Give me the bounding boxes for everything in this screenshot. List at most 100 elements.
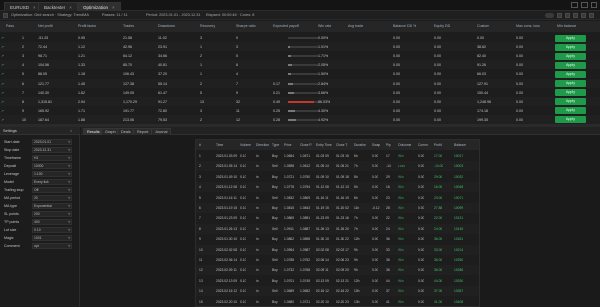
close-icon[interactable]: × (69, 5, 72, 10)
settings-field[interactable]: 1001 ▾ (32, 235, 72, 241)
chevron-down-icon[interactable]: ▾ (68, 188, 70, 192)
table-row[interactable]: 12 2023.02.09 11 0.10 in Buy 1.0732 1.0768 02.0… (196, 265, 479, 276)
column-header[interactable]: Duration (354, 140, 366, 150)
checkbox-icon[interactable] (3, 13, 8, 18)
column-header[interactable]: Pip (386, 140, 391, 150)
tab-journal[interactable]: Journal (151, 128, 172, 135)
table-row[interactable]: 6 2023.01.19 15 0.10 in Buy 1.0815 1.0843 01.19… (196, 203, 479, 213)
settings-field[interactable]: Exponential ▾ (32, 203, 72, 209)
chevron-down-icon[interactable]: ▾ (68, 180, 70, 184)
column-header[interactable]: Equity DD (434, 21, 450, 32)
apply-button[interactable]: Apply (555, 107, 586, 115)
settings-field[interactable]: 2023.01.01 ▾ (32, 139, 72, 145)
table-row[interactable]: 15 2023.02.20 10 0.10 in Buy 1.0680 1.0721 02.2… (196, 297, 479, 307)
close-icon[interactable]: × (33, 5, 36, 10)
apply-button[interactable]: Apply (555, 52, 586, 60)
apply-button[interactable]: Apply (555, 43, 586, 51)
apply-button[interactable]: Apply (555, 34, 586, 42)
apply-button[interactable]: Apply (555, 61, 586, 69)
table-row[interactable]: 4 2023.01.12 08 0.10 in Buy 1.0778 1.0794 01.12… (196, 182, 479, 193)
apply-button[interactable]: Apply (555, 70, 586, 78)
columns-icon[interactable] (565, 13, 570, 18)
column-header[interactable]: Balance (454, 140, 466, 150)
column-header[interactable]: Volume (240, 140, 251, 150)
settings-field[interactable]: 0.10 ▾ (32, 227, 72, 233)
column-header[interactable]: Net profit (38, 21, 53, 32)
apply-button[interactable]: Apply (555, 89, 586, 97)
tab-backtester[interactable]: Backtester × (38, 2, 78, 11)
chevron-down-icon[interactable]: ▾ (68, 244, 70, 248)
settings-field[interactable]: 200 ▾ (32, 211, 72, 217)
column-header[interactable]: Price (284, 140, 292, 150)
settings-field[interactable]: 1:100 ▾ (32, 171, 72, 177)
column-header[interactable]: Trades (123, 21, 134, 32)
column-header[interactable]: # (199, 140, 201, 150)
tab-eurusd[interactable]: EURUSD × (4, 2, 42, 11)
table-row[interactable]: 5 2023.01.16 11 0.10 in Sell 1.0832 1.0809 01.1… (196, 193, 479, 203)
table-row[interactable]: 13 2023.02.13 09 0.10 in Buy 1.0701 1.0745 02.1… (196, 276, 479, 286)
table-row[interactable]: 1 2023.01.03 09 0.10 in Buy 1.0654 1.0671 01.03… (196, 151, 479, 161)
settings-field[interactable]: opt ▾ (32, 243, 72, 249)
table-row[interactable]: 2 2023.01.05 14 0.10 in Sell 1.0598 1.0612 01.0… (196, 161, 479, 172)
toggle-switch[interactable] (545, 13, 554, 18)
settings-field[interactable]: Every tick ▾ (32, 179, 72, 185)
tab-optimization[interactable]: Optimization × (77, 2, 121, 11)
close-icon[interactable]: × (112, 5, 115, 10)
settings-field[interactable]: 400 ▾ (32, 219, 72, 225)
column-header[interactable]: Comm. (418, 140, 429, 150)
chevron-down-icon[interactable]: ▾ (68, 220, 70, 224)
settings-field[interactable]: 2023.12.31 ▾ (32, 147, 72, 153)
column-header[interactable]: Drawdown (158, 21, 175, 32)
minimize-icon[interactable] (571, 2, 578, 8)
close-icon[interactable]: × (70, 127, 72, 135)
column-header[interactable]: Win rate (318, 21, 331, 32)
table-row[interactable]: 9 2023.01.30 10 0.10 in Buy 1.0862 1.0898 01.30… (196, 234, 479, 244)
settings-icon[interactable] (581, 13, 586, 18)
column-header[interactable]: Expected payoff (273, 21, 299, 32)
settings-field[interactable]: H1 ▾ (32, 155, 72, 161)
apply-button[interactable]: Apply (555, 80, 586, 87)
table-row[interactable]: 10 2023.02.02 08 0.10 in Buy 1.0954 1.0987 02.0… (196, 244, 479, 255)
export-icon[interactable] (573, 13, 578, 18)
column-header[interactable]: Avg trade (348, 21, 363, 32)
table-row[interactable]: 3 2023.01.09 10 0.10 in Buy 1.0721 1.0750 01.09… (196, 172, 479, 182)
column-header[interactable]: Swap (372, 140, 380, 150)
column-header[interactable]: Sharpe ratio (236, 21, 256, 32)
column-header[interactable]: Type (272, 140, 279, 150)
filter-icon[interactable] (557, 13, 562, 18)
column-header[interactable]: Entry Time (316, 140, 332, 150)
column-header[interactable]: Min balance (557, 21, 576, 32)
maximize-icon[interactable] (581, 2, 588, 8)
column-header[interactable]: Balance DD % (393, 21, 416, 32)
column-header[interactable]: Direction (256, 140, 269, 150)
chevron-down-icon[interactable]: ▾ (68, 236, 70, 240)
table-row[interactable]: 7 2023.01.23 09 0.10 in Buy 1.0869 1.0891 01.23… (196, 213, 479, 223)
expand-icon[interactable] (589, 13, 594, 18)
column-header[interactable]: Profit (434, 140, 442, 150)
chevron-down-icon[interactable]: ▾ (68, 148, 70, 152)
settings-field[interactable]: Off ▾ (32, 187, 72, 193)
column-header[interactable]: Close P. (300, 140, 312, 150)
column-header[interactable]: Close T. (336, 140, 348, 150)
chevron-down-icon[interactable]: ▾ (68, 156, 70, 160)
chevron-down-icon[interactable]: ▾ (68, 204, 70, 208)
chevron-down-icon[interactable]: ▾ (68, 212, 70, 216)
settings-field[interactable]: 10000 ▾ (32, 163, 72, 169)
column-header[interactable]: Time (216, 140, 223, 150)
column-header[interactable]: Recovery (200, 21, 215, 32)
column-header[interactable]: Outcome (398, 140, 411, 150)
chevron-down-icon[interactable]: ▾ (68, 172, 70, 176)
tab-report[interactable]: Report (133, 128, 153, 135)
table-row[interactable]: 14 2023.02.16 12 0.10 in Sell 1.0689 1.0652 02.… (196, 286, 479, 297)
chevron-down-icon[interactable]: ▾ (68, 196, 70, 200)
column-header[interactable]: Pass (6, 21, 14, 32)
chevron-down-icon[interactable]: ▾ (68, 228, 70, 232)
chevron-down-icon[interactable]: ▾ (68, 164, 70, 168)
table-row[interactable]: 8 2023.01.26 13 0.10 in Sell 1.0911 1.0887 01.2… (196, 223, 479, 234)
apply-button[interactable]: Apply (555, 98, 586, 106)
apply-button[interactable]: Apply (555, 116, 586, 124)
column-header[interactable]: Custom (477, 21, 489, 32)
close-window-icon[interactable] (591, 2, 597, 8)
column-header[interactable]: Max cons. loss (516, 21, 540, 32)
settings-field[interactable]: 20 ▾ (32, 195, 72, 201)
